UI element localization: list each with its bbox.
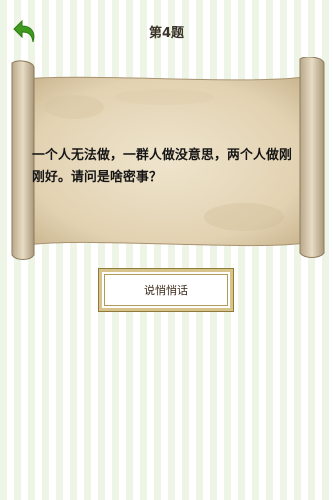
question-text: 一个人无法做，一群人做没意思，两个人做刚刚好。请问是啥密事？ bbox=[32, 148, 292, 185]
page-title: 第4题 bbox=[148, 26, 185, 41]
answer-button[interactable]: 说悄悄话 bbox=[99, 269, 233, 311]
answer-button-label: 说悄悄话 bbox=[144, 284, 188, 297]
